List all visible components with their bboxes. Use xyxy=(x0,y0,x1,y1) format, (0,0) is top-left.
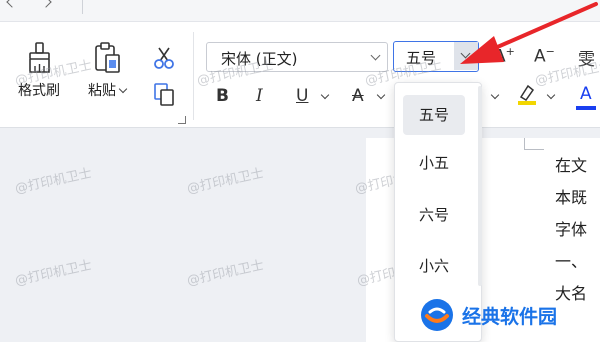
watermark-text: @打印机卫士 xyxy=(13,258,94,289)
bold-button[interactable]: B xyxy=(216,86,229,106)
cut-icon[interactable] xyxy=(152,46,176,70)
underline-button[interactable]: U xyxy=(296,86,308,106)
copy-icon[interactable] xyxy=(152,82,176,106)
chevron-down-icon xyxy=(370,50,381,61)
dropdown-scrollbar[interactable] xyxy=(478,86,482,286)
document-line: 一、 xyxy=(555,252,588,271)
font-size-option[interactable]: 六号 xyxy=(403,195,465,235)
logo-label: 经典软件园 xyxy=(462,305,558,328)
divider xyxy=(193,32,194,120)
clipboard-expand-icon[interactable] xyxy=(178,116,186,124)
forward-icon[interactable] xyxy=(40,0,54,12)
font-color-button[interactable]: A xyxy=(580,84,592,104)
chevron-down-icon[interactable] xyxy=(490,90,500,100)
font-size-option[interactable]: 五号 xyxy=(403,95,465,135)
paste-label: 粘贴 xyxy=(88,80,128,100)
watermark-text: @打印机卫士 xyxy=(185,258,266,289)
font-size-option[interactable]: 小五 xyxy=(403,143,465,183)
document-line: 字体 xyxy=(555,220,588,239)
chevron-down-icon[interactable] xyxy=(546,90,556,100)
clipboard-icon xyxy=(92,40,122,74)
logo-icon xyxy=(421,299,453,331)
watermark-text: @打印机卫士 xyxy=(185,166,266,197)
document-line: 在文 xyxy=(555,156,588,175)
red-arrow-icon xyxy=(460,2,598,64)
font-size-option[interactable]: 小六 xyxy=(403,246,465,286)
document-line: 大名 xyxy=(555,284,588,303)
strikethrough-button[interactable]: A xyxy=(352,86,364,106)
document-line: 本既 xyxy=(555,188,588,207)
back-icon[interactable] xyxy=(4,0,18,12)
chevron-down-icon[interactable] xyxy=(320,90,330,100)
italic-button[interactable]: I xyxy=(256,86,263,106)
watermark-text: @打印机卫士 xyxy=(13,166,94,197)
chevron-down-icon[interactable] xyxy=(376,90,386,100)
site-logo: 经典软件园 xyxy=(420,298,557,332)
margin-marker xyxy=(524,138,544,150)
font-color-bar xyxy=(576,106,596,110)
divider xyxy=(82,0,83,14)
paste-button[interactable]: 粘贴 xyxy=(88,40,128,100)
